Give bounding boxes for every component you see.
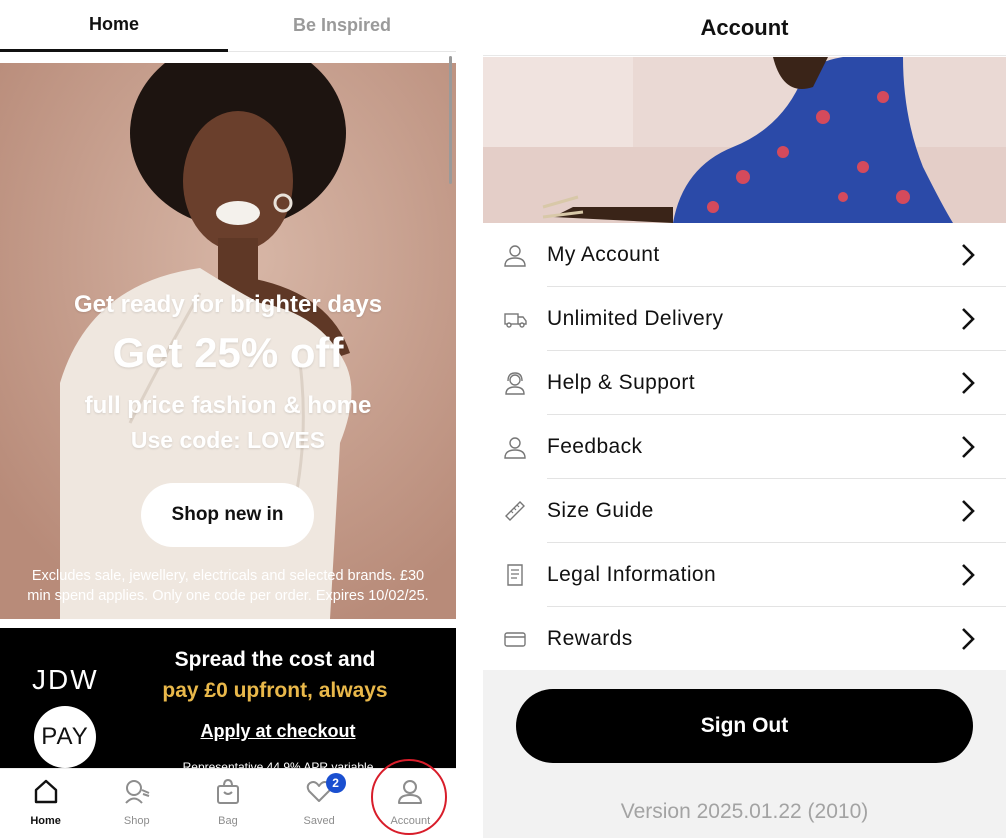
card-icon [504,632,526,647]
saved-count-badge: 2 [325,773,346,793]
nav-home[interactable]: Home [0,769,91,838]
jdw-logo-text: JDW [32,664,99,695]
menu-item-legal-information[interactable]: Legal Information [483,543,1006,607]
menu-item-my-account[interactable]: My Account [483,223,1006,287]
jdw-pay-banner[interactable]: JDW PAY Spread the cost and pay £0 upfro… [0,628,456,774]
menu-item-label: My Account [547,243,660,266]
menu-item-help-support[interactable]: Help & Support [483,351,1006,415]
nav-bag[interactable]: Bag [182,769,273,838]
account-screen: Account My Account Unlimited Delivery He… [483,0,1006,838]
app-version: Version 2025.01.22 (2010) [620,800,869,823]
hero-fine-print: Excludes sale, jewellery, electricals an… [6,566,450,606]
promo-line-2: pay £0 upfront, always [162,679,388,702]
account-menu: My Account Unlimited Delivery Help & Sup… [483,223,1006,671]
fine-print-line-2: min spend applies. Only one code per ord… [27,588,429,604]
chevron-right-icon [962,244,975,266]
model-in-blue-dress-image [483,57,1006,223]
page-title: Account [483,0,1006,56]
user-icon [504,245,526,267]
user-icon [504,437,526,459]
menu-item-rewards[interactable]: Rewards [483,607,1006,671]
chevron-right-icon [962,500,975,522]
nav-saved-label: Saved [303,815,335,827]
chevron-right-icon [962,628,975,650]
ruler-icon [505,501,525,521]
delivery-truck-icon [504,313,527,328]
menu-item-label: Rewards [547,627,633,650]
nav-shop-label: Shop [123,815,150,827]
account-hero-image [483,57,1006,223]
fine-print-line-1: Excludes sale, jewellery, electricals an… [31,568,425,584]
hero-banner[interactable]: Get ready for brighter days Get 25% off … [0,63,456,619]
hero-code: Use code: LOVES [130,427,326,453]
hero-pre-title: Get ready for brighter days [73,291,383,318]
pay-logo: PAY [34,706,96,768]
menu-item-label: Feedback [547,435,643,458]
menu-item-label: Unlimited Delivery [547,307,724,330]
home-screen: Home Be Inspired Get ready for brighter … [0,0,456,838]
shop-new-in-button[interactable]: Shop new in [141,483,314,547]
screenshot-root: Home Be Inspired Get ready for brighter … [0,0,1006,838]
menu-item-label: Help & Support [547,371,696,394]
menu-item-unlimited-delivery[interactable]: Unlimited Delivery [483,287,1006,351]
nav-saved[interactable]: 2 Saved [274,769,365,838]
chevron-right-icon [962,564,975,586]
nav-bag-label: Bag [218,815,238,827]
top-tabs: Home Be Inspired [0,0,456,52]
chevron-right-icon [962,436,975,458]
home-icon [34,779,57,804]
menu-item-label: Legal Information [547,563,717,586]
nav-shop[interactable]: Shop [91,769,182,838]
chevron-right-icon [962,308,975,330]
bag-icon [216,778,239,804]
menu-item-feedback[interactable]: Feedback [483,415,1006,479]
scrollbar[interactable] [449,56,452,184]
chevron-right-icon [962,372,975,394]
tab-be-inspired[interactable]: Be Inspired [228,0,456,52]
support-agent-icon [505,372,525,395]
apply-at-checkout-link[interactable]: Apply at checkout [130,721,426,742]
promo-line-1: Spread the cost and [174,648,376,671]
account-highlight-circle [371,759,447,835]
sign-out-button[interactable]: Sign Out [516,689,973,763]
hero-subline: full price fashion & home [84,392,372,419]
menu-item-size-guide[interactable]: Size Guide [483,479,1006,543]
nav-home-label: Home [30,815,61,827]
hero-headline: Get 25% off [112,329,344,376]
search-icon [125,780,150,804]
tab-home[interactable]: Home [0,0,228,52]
document-icon [507,564,523,586]
menu-item-label: Size Guide [547,499,654,522]
